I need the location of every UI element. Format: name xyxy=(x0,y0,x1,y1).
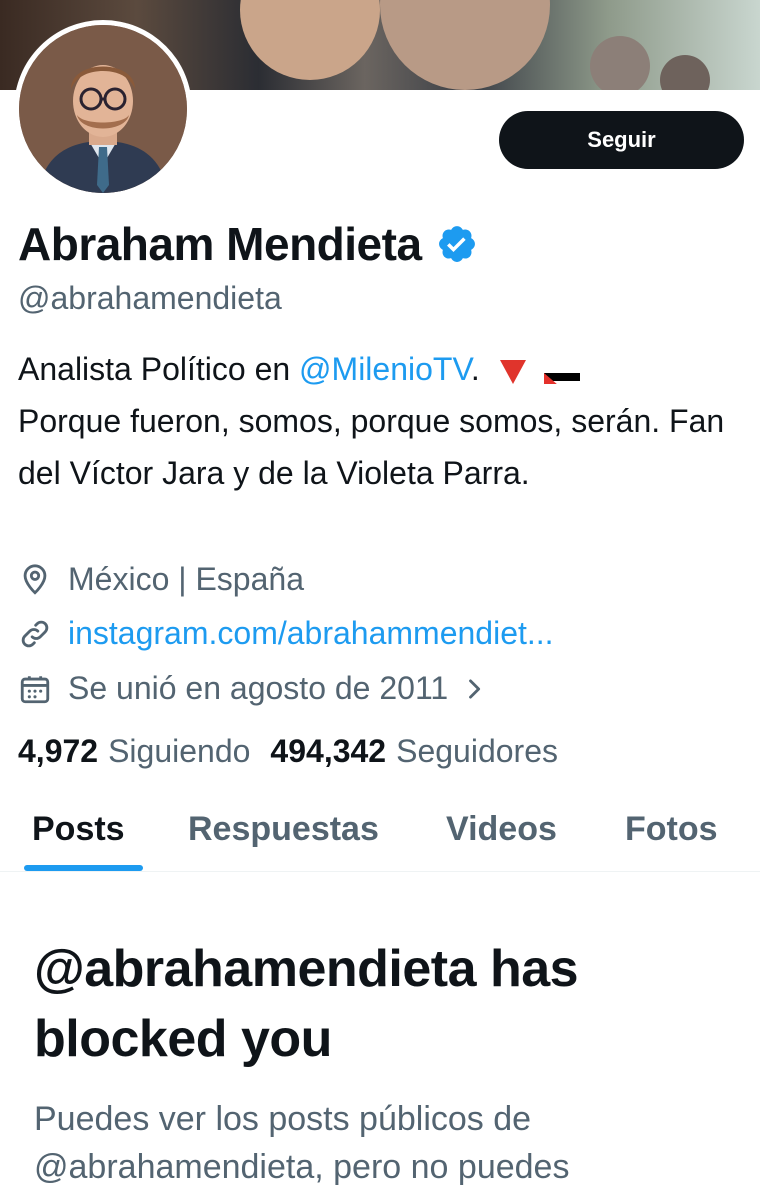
tab-fotos[interactable]: Fotos xyxy=(625,810,718,849)
followers-stat[interactable]: 494,342 Seguidores xyxy=(270,733,558,770)
follow-stats: 4,972 Siguiendo 494,342 Seguidores xyxy=(18,733,558,770)
tab-videos[interactable]: Videos xyxy=(446,810,557,849)
profile-name-row: Abraham Mendieta xyxy=(18,216,478,272)
website-link[interactable]: instagram.com/abrahammendiet... xyxy=(68,615,554,652)
avatar[interactable] xyxy=(14,20,192,198)
following-count: 4,972 xyxy=(18,733,99,769)
followers-label: Seguidores xyxy=(396,733,558,769)
profile-name: Abraham Mendieta xyxy=(18,218,422,270)
profile-joined[interactable]: Se unió en agosto de 2011 xyxy=(18,670,488,707)
location-text: México | España xyxy=(68,561,304,597)
profile-bio: Analista Político en @MilenioTV. Porque … xyxy=(18,343,738,499)
chevron-right-icon xyxy=(469,678,481,699)
following-stat[interactable]: 4,972 Siguiendo xyxy=(18,733,250,770)
profile-tabs: Posts Respuestas Videos Fotos xyxy=(0,800,760,872)
palestine-flag-emoji-icon xyxy=(543,360,580,384)
avatar-photo xyxy=(19,25,187,193)
banner-figure xyxy=(660,55,710,90)
link-icon xyxy=(21,620,49,647)
verified-badge-icon[interactable] xyxy=(436,223,478,265)
blocked-title: @abrahamendieta has blocked you xyxy=(34,940,579,1068)
banner-figure xyxy=(240,0,380,80)
location-pin-icon xyxy=(23,563,47,595)
profile-handle: @abrahamendieta xyxy=(18,280,282,316)
banner-figure xyxy=(590,36,650,90)
joined-text: Se unió en agosto de 2011 xyxy=(68,670,449,706)
calendar-icon xyxy=(20,675,50,703)
bio-text: . xyxy=(470,351,480,387)
tab-respuestas[interactable]: Respuestas xyxy=(188,810,379,849)
followers-count: 494,342 xyxy=(270,733,387,769)
profile-location: México | España xyxy=(18,561,304,598)
red-triangle-emoji-icon xyxy=(499,359,526,384)
profile-website[interactable]: instagram.com/abrahammendiet... xyxy=(18,615,554,652)
tab-posts[interactable]: Posts xyxy=(32,810,125,849)
banner-figure xyxy=(380,0,550,90)
bio-mention-link[interactable]: @MilenioTV xyxy=(299,351,471,387)
follow-button[interactable]: Seguir xyxy=(499,111,744,169)
blocked-message: Puedes ver los posts públicos de @abraha… xyxy=(34,1100,570,1186)
bio-text: Analista Político en xyxy=(18,351,300,387)
active-tab-indicator xyxy=(24,865,143,871)
following-label: Siguiendo xyxy=(108,733,251,769)
bio-text-continued: Porque fueron, somos, porque somos, será… xyxy=(18,403,725,491)
